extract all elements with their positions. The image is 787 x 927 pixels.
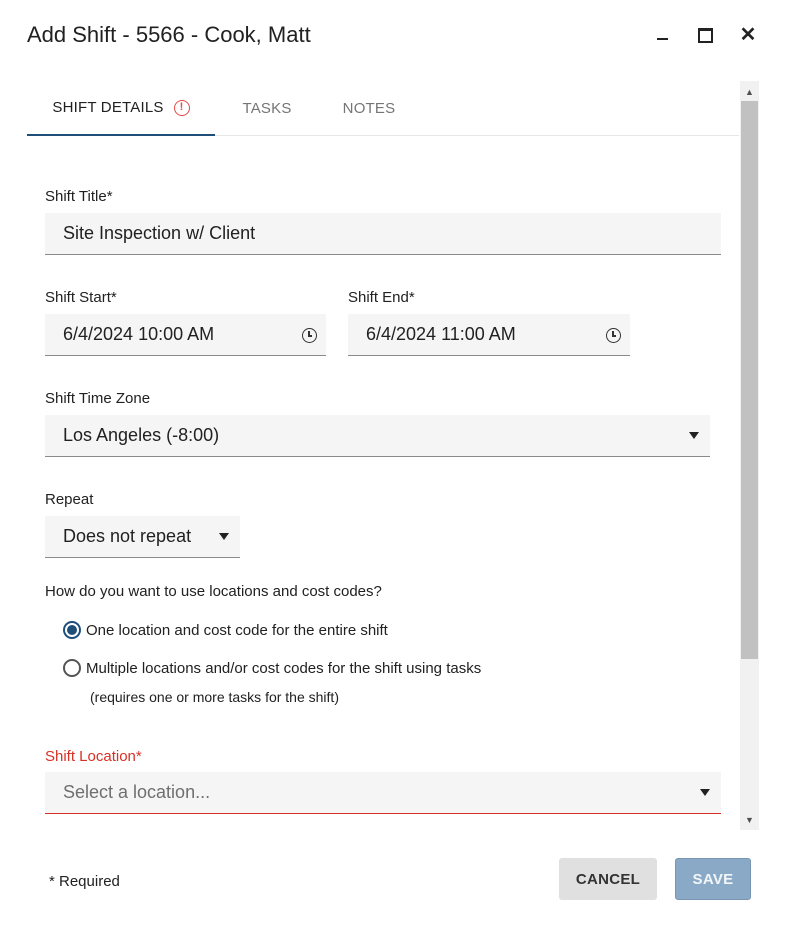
shift-end-value: 6/4/2024 11:00 AM — [366, 324, 516, 344]
shift-start-label: Shift Start* — [45, 289, 117, 306]
radio-one-location[interactable]: One location and cost code for the entir… — [63, 621, 388, 639]
warning-icon: ! — [173, 99, 190, 116]
radio-checked-icon[interactable] — [63, 621, 81, 639]
radio-label: One location and cost code for the entir… — [86, 621, 388, 639]
repeat-value: Does not repeat — [63, 526, 192, 546]
clock-icon[interactable] — [302, 328, 317, 343]
shift-title-input[interactable]: Site Inspection w/ Client — [45, 213, 721, 255]
time-zone-label: Shift Time Zone — [45, 390, 151, 407]
tasks-requirement-note: (requires one or more tasks for the shif… — [90, 689, 339, 705]
shift-end-input[interactable]: 6/4/2024 11:00 AM — [348, 314, 630, 356]
required-note: * Required — [49, 873, 120, 890]
scrollbar-thumb[interactable] — [741, 101, 758, 659]
location-mode-question: How do you want to use locations and cos… — [45, 583, 382, 600]
caret-down-icon — [689, 432, 699, 439]
minimize-icon[interactable] — [651, 24, 673, 46]
shift-start-input[interactable]: 6/4/2024 10:00 AM — [45, 314, 326, 356]
dialog-title: Add Shift - 5566 - Cook, Matt — [27, 22, 311, 47]
radio-multiple-locations[interactable]: Multiple locations and/or cost codes for… — [63, 659, 481, 677]
tab-label: SHIFT DETAILS — [52, 99, 164, 116]
dialog-content: SHIFT DETAILS ! TASKS NOTES Shift Title*… — [0, 81, 760, 830]
scroll-up-arrow-icon[interactable]: ▲ — [740, 83, 759, 100]
time-zone-value: Los Angeles (-8:00) — [63, 425, 220, 445]
tab-notes[interactable]: NOTES — [327, 81, 411, 136]
dialog-titlebar: Add Shift - 5566 - Cook, Matt ✕ — [0, 0, 787, 70]
shift-location-label: Shift Location* — [45, 748, 142, 765]
vertical-scrollbar[interactable]: ▲ ▼ — [740, 81, 759, 830]
tab-shift-details[interactable]: SHIFT DETAILS ! — [27, 81, 215, 136]
maximize-icon[interactable] — [694, 24, 716, 46]
time-zone-select[interactable]: Los Angeles (-8:00) — [45, 415, 710, 457]
radio-unchecked-icon[interactable] — [63, 659, 81, 677]
close-icon[interactable]: ✕ — [737, 24, 759, 46]
shift-start-value: 6/4/2024 10:00 AM — [63, 324, 215, 344]
shift-location-select[interactable]: Select a location... — [45, 772, 721, 814]
cancel-button[interactable]: CANCEL — [559, 858, 657, 900]
radio-label: Multiple locations and/or cost codes for… — [86, 659, 482, 677]
save-button[interactable]: SAVE — [675, 858, 751, 900]
caret-down-icon — [700, 789, 710, 796]
shift-title-label: Shift Title* — [45, 188, 113, 205]
scroll-down-arrow-icon[interactable]: ▼ — [740, 811, 759, 828]
shift-title-value: Site Inspection w/ Client — [63, 223, 256, 243]
shift-location-placeholder: Select a location... — [63, 782, 211, 802]
repeat-label: Repeat — [45, 491, 94, 508]
repeat-select[interactable]: Does not repeat — [45, 516, 240, 558]
shift-end-label: Shift End* — [348, 289, 415, 306]
tab-tasks[interactable]: TASKS — [223, 81, 311, 136]
caret-down-icon — [219, 533, 229, 540]
clock-icon[interactable] — [606, 328, 621, 343]
tab-bar: SHIFT DETAILS ! TASKS NOTES — [27, 81, 739, 136]
